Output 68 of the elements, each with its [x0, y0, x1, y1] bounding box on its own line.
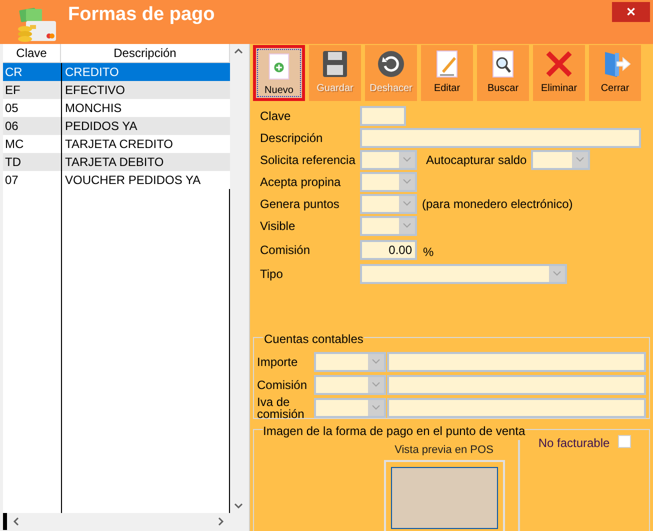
- table-row[interactable]: 06 PEDIDOS YA: [3, 117, 230, 135]
- money-card-icon: [16, 7, 58, 43]
- field-label: Iva de comisión: [257, 396, 306, 420]
- dropdown[interactable]: [314, 398, 386, 418]
- percent-sign: %: [423, 244, 434, 260]
- field-label: Genera puntos: [260, 196, 340, 212]
- chevron-left-icon[interactable]: [13, 517, 19, 526]
- table-row[interactable]: 07 VOUCHER PEDIDOS YA: [3, 171, 230, 189]
- chevron-down-icon: [403, 223, 411, 228]
- dropdown[interactable]: [360, 172, 417, 192]
- chevron-down-icon: [372, 359, 380, 364]
- table-row[interactable]: CR CREDITO: [3, 63, 230, 81]
- x-mark-icon: [543, 49, 575, 79]
- toolbar-button[interactable]: Buscar: [477, 45, 529, 101]
- chevron-down-icon: [403, 157, 411, 162]
- input-field[interactable]: [387, 398, 646, 418]
- window-title: Formas de pago: [68, 2, 215, 27]
- field-label: Acepta propina: [260, 174, 342, 190]
- chevron-right-icon[interactable]: [218, 517, 224, 526]
- input-field[interactable]: [387, 374, 646, 394]
- table-cell-text: CR: [4, 64, 24, 81]
- table-row[interactable]: TD TARJETA DEBITO: [3, 153, 230, 171]
- dropdown[interactable]: [314, 374, 386, 394]
- input-field[interactable]: [387, 352, 646, 372]
- table-cell-text: 07: [4, 172, 20, 189]
- table-cell-text: EF: [4, 82, 22, 99]
- chevron-down-icon: [372, 405, 380, 410]
- field-label: Autocapturar saldo: [426, 152, 528, 168]
- chevron-down-icon: [372, 382, 380, 387]
- table-row[interactable]: EF EFECTIVO: [3, 81, 230, 99]
- dropdown[interactable]: [360, 194, 417, 214]
- input-field[interactable]: [360, 128, 641, 148]
- dropdown[interactable]: [360, 150, 417, 170]
- checkbox-label: No facturable: [538, 435, 610, 452]
- table-cell-text: 05: [4, 100, 20, 117]
- input-field[interactable]: [360, 106, 406, 126]
- close-button[interactable]: ✕: [612, 2, 650, 22]
- field-label: Comisión: [257, 378, 308, 390]
- chevron-down-icon: [553, 271, 561, 276]
- toolbar-button[interactable]: Cerrar: [589, 45, 641, 101]
- table-row[interactable]: 05 MONCHIS: [3, 99, 230, 117]
- toolbar-button[interactable]: Eliminar: [533, 45, 585, 101]
- field-label: Descripción: [260, 130, 324, 146]
- chevron-down-icon: [403, 201, 411, 206]
- preview-label: Vista previa en POS: [394, 443, 494, 458]
- field-label: Visible: [260, 218, 296, 234]
- table-cell-text: MC: [4, 136, 25, 153]
- dropdown[interactable]: [531, 150, 590, 170]
- table-row[interactable]: MC TARJETA CREDITO: [3, 135, 230, 153]
- field-label: Solicita referencia: [260, 152, 356, 168]
- table-cell-text: 06: [4, 118, 20, 135]
- table-cell-text: TD: [4, 154, 22, 171]
- hint-text: (para monedero electrónico): [422, 196, 573, 212]
- chevron-up-icon[interactable]: [234, 48, 243, 54]
- field-label: Tipo: [260, 266, 284, 282]
- toolbar-button[interactable]: Nuevo: [253, 45, 305, 101]
- dropdown[interactable]: [314, 352, 386, 372]
- chevron-down-icon: [576, 157, 584, 162]
- checkbox[interactable]: [618, 435, 631, 448]
- field-label: Comisión: [260, 242, 312, 258]
- dropdown[interactable]: [360, 216, 417, 236]
- field-label: Importe: [257, 356, 299, 368]
- chevron-down-icon[interactable]: [234, 503, 243, 509]
- chevron-down-icon: [403, 179, 411, 184]
- dropdown[interactable]: [360, 264, 567, 284]
- field-label: Clave: [260, 108, 292, 124]
- toolbar-button[interactable]: Editar: [421, 45, 473, 101]
- input-field[interactable]: 0.00: [360, 240, 417, 260]
